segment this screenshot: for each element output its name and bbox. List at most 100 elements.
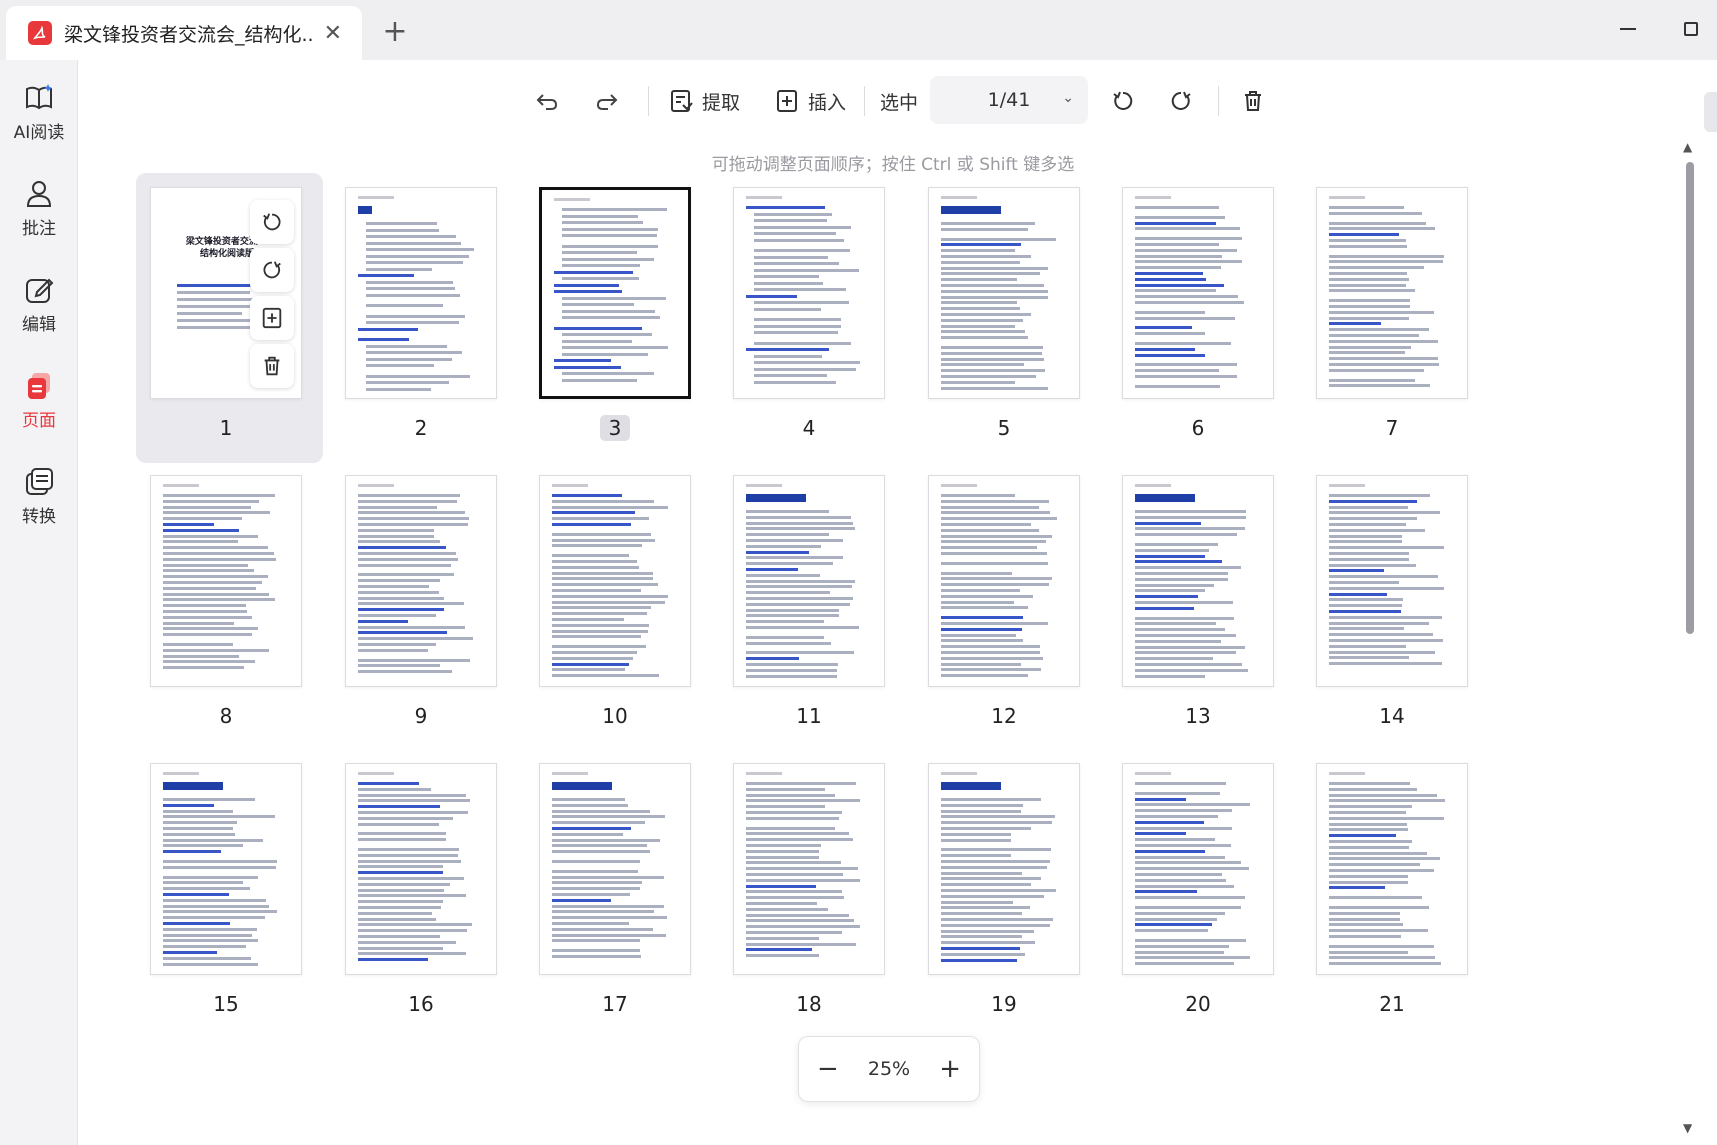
text-line [358, 658, 470, 662]
page-thumbnail[interactable] [539, 475, 691, 687]
page-thumbnail[interactable] [1122, 763, 1274, 975]
text-line [1135, 861, 1241, 865]
page-thumbnail-cell[interactable]: 5 [928, 187, 1114, 481]
page-thumbnail-cell[interactable]: 梁文锋投资者交流... 结构化阅读版 1 [136, 173, 336, 481]
page-thumbnail-cell[interactable]: 4 [733, 187, 919, 481]
page-thumbnail[interactable] [150, 763, 302, 975]
page-thumbnail-cell[interactable]: 2 [345, 187, 531, 481]
page-header-line [941, 484, 977, 487]
select-button[interactable]: 选中 [880, 82, 918, 120]
text-line [358, 528, 435, 532]
page-thumbnail[interactable] [345, 475, 497, 687]
page-heading-block [941, 782, 1001, 790]
text-line [562, 227, 658, 231]
text-line [746, 579, 856, 583]
maximize-button[interactable] [1676, 14, 1706, 44]
page-thumbnail-cell[interactable]: 8 [150, 475, 336, 769]
rotate-left-button[interactable] [250, 200, 294, 244]
document-tab[interactable]: 梁文锋投资者交流会_结构化... ✕ [6, 6, 362, 60]
text-line [1329, 540, 1403, 544]
text-line [552, 674, 659, 678]
new-tab-button[interactable]: + [378, 14, 412, 49]
text-line [941, 380, 1016, 384]
page-thumbnail-cell[interactable]: 19 [928, 763, 1114, 1057]
text-line [1329, 260, 1443, 264]
page-thumbnail-cell[interactable]: 21 [1316, 763, 1502, 1057]
page-thumbnail[interactable] [1122, 187, 1274, 399]
sidebar-item-convert[interactable]: 转换 [0, 456, 78, 536]
sidebar-item-ai-read[interactable]: AI阅读 [0, 72, 78, 152]
page-thumbnail[interactable] [928, 187, 1080, 399]
page-thumbnail-cell[interactable]: 6 [1122, 187, 1308, 481]
close-tab-icon[interactable]: ✕ [324, 21, 342, 46]
sidebar-item-pages[interactable]: 页面 [0, 360, 78, 440]
zoom-out-button[interactable]: − [817, 1056, 839, 1082]
text-line [366, 248, 474, 251]
page-thumbnail[interactable] [928, 475, 1080, 687]
panel-collapse-tab[interactable] [1704, 92, 1717, 132]
sidebar-item-edit[interactable]: 编辑 [0, 264, 78, 344]
text-line [552, 910, 654, 914]
delete-page-button[interactable] [250, 344, 294, 388]
text-line [1329, 244, 1407, 248]
scroll-up-icon[interactable]: ▲ [1683, 140, 1692, 154]
rotate-left-button[interactable] [1110, 82, 1136, 120]
page-thumbnail-cell[interactable]: 11 [733, 475, 919, 769]
text-line [562, 234, 657, 237]
page-thumbnail-cell[interactable]: 16 [345, 763, 531, 1057]
page-thumbnail[interactable] [733, 187, 885, 399]
text-line [1329, 650, 1435, 654]
text-line [746, 620, 824, 624]
page-thumbnail[interactable] [539, 763, 691, 975]
page-thumbnail-cell[interactable]: 3 [539, 187, 725, 481]
insert-button[interactable]: 插入 [774, 82, 846, 120]
scroll-thumb[interactable] [1686, 162, 1694, 634]
text-line [941, 656, 1044, 660]
scroll-down-icon[interactable]: ▼ [1683, 1121, 1692, 1135]
page-indicator-dropdown[interactable]: 1/41 ⌄ [930, 76, 1088, 124]
text-line [941, 594, 1034, 598]
page-thumbnail-cell[interactable]: 20 [1122, 763, 1308, 1057]
text-line [941, 803, 1023, 807]
page-thumbnail-cell[interactable]: 18 [733, 763, 919, 1057]
page-thumbnail[interactable] [733, 763, 885, 975]
page-thumbnail-cell[interactable]: 12 [928, 475, 1114, 769]
page-thumbnail[interactable] [1316, 763, 1468, 975]
page-thumbnail[interactable] [539, 187, 691, 399]
page-thumbnail[interactable] [1316, 187, 1468, 399]
text-line [1135, 384, 1220, 388]
page-thumbnail[interactable] [1122, 475, 1274, 687]
zoom-in-button[interactable]: + [939, 1056, 961, 1082]
text-line [552, 881, 643, 885]
page-thumbnail[interactable] [345, 187, 497, 399]
sidebar-item-annotate[interactable]: 批注 [0, 168, 78, 248]
page-thumbnail-cell[interactable]: 15 [150, 763, 336, 1057]
text-line [746, 816, 840, 820]
page-thumbnail-cell[interactable]: 14 [1316, 475, 1502, 769]
page-thumbnail[interactable] [928, 763, 1080, 975]
minimize-button[interactable] [1613, 14, 1643, 44]
page-thumbnail-cell[interactable]: 10 [539, 475, 725, 769]
chevron-down-icon: ⌄ [1062, 90, 1074, 106]
text-line [163, 494, 275, 497]
page-thumbnail[interactable] [733, 475, 885, 687]
rotate-right-button[interactable] [250, 248, 294, 292]
text-line [941, 923, 1051, 927]
redo-button[interactable] [594, 82, 620, 120]
page-thumbnail-cell[interactable]: 17 [539, 763, 725, 1057]
text-line [366, 357, 452, 361]
page-thumbnail[interactable] [1316, 475, 1468, 687]
page-thumbnail[interactable] [345, 763, 497, 975]
text-line [552, 887, 641, 891]
undo-button[interactable] [534, 82, 560, 120]
extract-button[interactable]: 提取 [668, 82, 740, 120]
rotate-right-button[interactable] [1168, 82, 1194, 120]
delete-button[interactable] [1240, 82, 1266, 120]
insert-page-button[interactable] [250, 296, 294, 340]
page-thumbnail-cell[interactable]: 7 [1316, 187, 1502, 481]
page-thumbnail-cell[interactable]: 9 [345, 475, 531, 769]
vertical-scrollbar[interactable]: ▲ ▼ [1683, 140, 1697, 1135]
text-line [552, 939, 640, 943]
page-thumbnail-cell[interactable]: 13 [1122, 475, 1308, 769]
page-thumbnail[interactable] [150, 475, 302, 687]
